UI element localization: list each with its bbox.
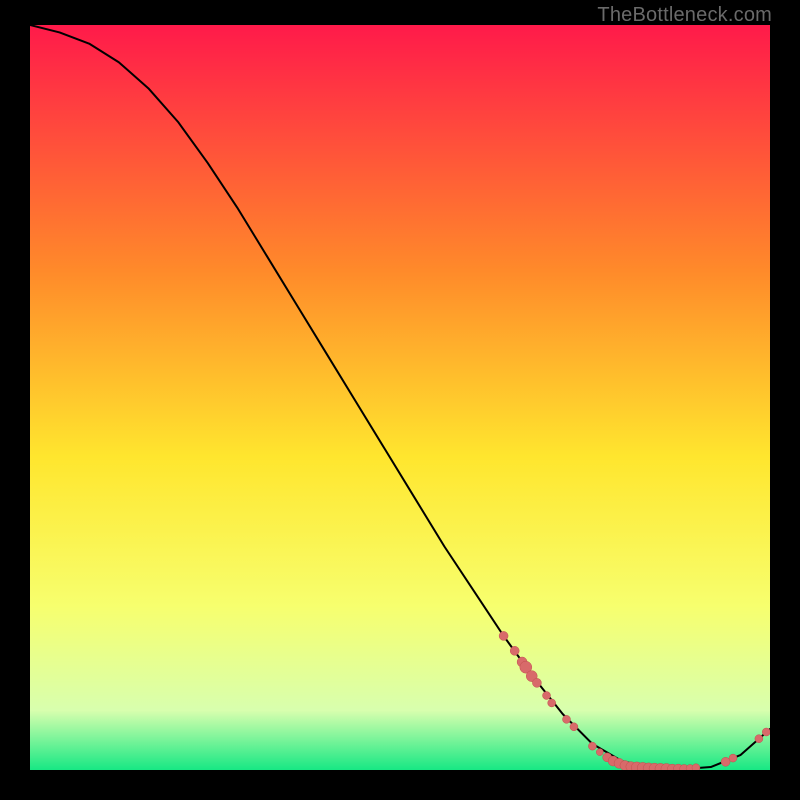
data-marker <box>570 723 578 731</box>
bottleneck-chart <box>30 25 770 770</box>
chart-frame <box>30 25 770 770</box>
watermark-text: TheBottleneck.com <box>597 4 772 27</box>
gradient-background <box>30 25 770 770</box>
data-marker <box>596 749 603 756</box>
data-marker <box>510 646 519 655</box>
data-marker <box>762 728 770 736</box>
data-marker <box>729 754 737 762</box>
data-marker <box>755 735 763 743</box>
data-marker <box>721 757 730 766</box>
data-marker <box>692 764 700 770</box>
data-marker <box>543 692 551 700</box>
data-marker <box>588 742 596 750</box>
data-marker <box>532 678 541 687</box>
data-marker <box>499 631 508 640</box>
data-marker <box>563 715 571 723</box>
data-marker <box>548 699 556 707</box>
